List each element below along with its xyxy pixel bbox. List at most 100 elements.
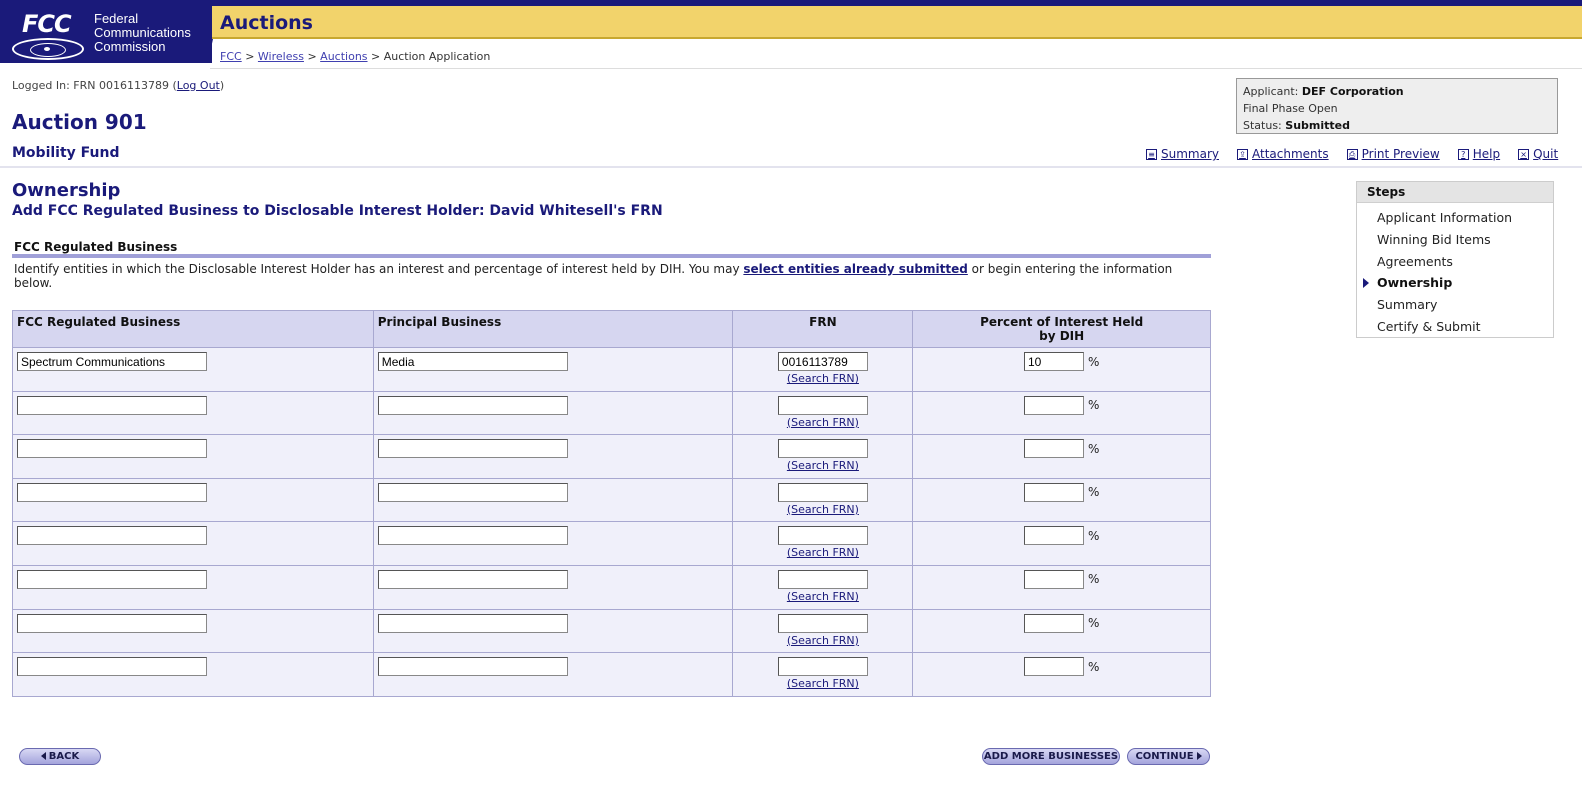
applicant-line: Applicant: DEF Corporation — [1243, 83, 1551, 100]
frn-input[interactable] — [777, 482, 868, 502]
search-frn-link[interactable]: (Search FRN) — [737, 416, 908, 429]
principal-business-input[interactable] — [377, 439, 568, 459]
business-input[interactable] — [17, 526, 207, 546]
principal-cell — [372, 347, 734, 392]
business-table: FCC Regulated Business Principal Busines… — [12, 310, 1211, 697]
frn-cell: (Search FRN) — [732, 477, 914, 523]
step-item[interactable]: Applicant Information — [1377, 207, 1553, 229]
table-row: (Search FRN)% — [12, 564, 1211, 610]
continue-button[interactable]: CONTINUE — [1127, 748, 1210, 765]
print-preview-link[interactable]: ⎙ Print Preview — [1346, 147, 1440, 161]
back-button[interactable]: BACK — [19, 748, 101, 765]
logged-in-text: Logged In: FRN 0016113789 ( — [12, 79, 177, 92]
principal-business-input[interactable] — [377, 395, 568, 415]
breadcrumb-wireless[interactable]: Wireless — [258, 50, 304, 63]
step-item[interactable]: Ownership — [1363, 272, 1553, 294]
frn-input[interactable] — [777, 439, 868, 459]
table-header-row: FCC Regulated Business Principal Busines… — [12, 310, 1211, 348]
percent-input[interactable] — [1023, 569, 1084, 589]
percent-input[interactable] — [1023, 526, 1084, 546]
logo-line: Communications — [94, 25, 191, 40]
business-input[interactable] — [17, 613, 207, 633]
step-item[interactable]: Agreements — [1377, 251, 1553, 273]
business-input[interactable] — [17, 439, 207, 459]
percent-cell: % — [912, 564, 1211, 610]
percent-input[interactable] — [1023, 439, 1084, 459]
frn-cell: (Search FRN) — [732, 434, 914, 479]
search-frn-link[interactable]: (Search FRN) — [737, 634, 908, 647]
section-title: Auctions — [220, 12, 313, 34]
back-label: BACK — [48, 751, 80, 762]
help-link[interactable]: ? Help — [1457, 147, 1500, 161]
auction-title: Auction 901 — [12, 110, 147, 134]
frn-cell: (Search FRN) — [732, 564, 914, 610]
select-entities-link[interactable]: select entities already submitted — [743, 262, 967, 276]
divider — [0, 166, 1582, 168]
percent-cell: % — [912, 608, 1211, 654]
search-frn-link[interactable]: (Search FRN) — [737, 372, 908, 385]
breadcrumb-current: Auction Application — [383, 50, 491, 63]
breadcrumb-separator: > — [371, 50, 381, 63]
principal-business-input[interactable] — [377, 569, 568, 589]
step-item[interactable]: Summary — [1377, 294, 1553, 316]
frn-input[interactable] — [777, 613, 868, 633]
business-input[interactable] — [17, 482, 207, 502]
search-frn-link[interactable]: (Search FRN) — [737, 459, 908, 472]
step-item[interactable]: Certify & Submit — [1377, 316, 1553, 338]
steps-panel: Steps Applicant Information Winning Bid I… — [1356, 181, 1554, 338]
percent-input[interactable] — [1023, 482, 1084, 502]
principal-business-input[interactable] — [377, 526, 568, 546]
percent-cell: % — [912, 652, 1211, 697]
percent-header-line: Percent of Interest Held — [980, 315, 1144, 329]
percent-input[interactable] — [1023, 657, 1084, 677]
breadcrumb-fcc[interactable]: FCC — [220, 50, 242, 63]
business-input[interactable] — [17, 657, 207, 677]
breadcrumb-auctions[interactable]: Auctions — [320, 50, 367, 63]
business-input[interactable] — [17, 395, 207, 415]
summary-link[interactable]: ≡ Summary — [1146, 147, 1219, 161]
percent-symbol: % — [1087, 528, 1100, 543]
header-rule — [210, 68, 1582, 69]
section-label: FCC Regulated Business — [12, 240, 1211, 258]
business-input[interactable] — [17, 569, 207, 589]
table-row: (Search FRN)% — [12, 521, 1211, 566]
principal-cell — [372, 521, 734, 566]
percent-input[interactable] — [1023, 613, 1084, 633]
summary-icon: ≡ — [1146, 148, 1157, 160]
quit-link[interactable]: × Quit — [1518, 147, 1558, 161]
business-cell — [12, 347, 374, 392]
logo-line: Commission — [94, 39, 166, 54]
percent-input[interactable] — [1023, 395, 1084, 415]
page-subtitle: Add FCC Regulated Business to Disclosabl… — [12, 203, 663, 219]
search-frn-link[interactable]: (Search FRN) — [737, 546, 908, 559]
frn-input[interactable] — [777, 395, 868, 415]
step-item[interactable]: Winning Bid Items — [1377, 229, 1553, 251]
frn-input[interactable] — [777, 352, 868, 371]
principal-business-input[interactable] — [377, 352, 568, 371]
principal-business-input[interactable] — [377, 657, 568, 677]
steps-title: Steps — [1357, 182, 1553, 203]
percent-cell: % — [912, 347, 1211, 392]
print-preview-label: Print Preview — [1361, 147, 1440, 161]
search-frn-link[interactable]: (Search FRN) — [737, 590, 908, 603]
percent-cell: % — [912, 390, 1211, 436]
frn-input[interactable] — [777, 569, 868, 589]
principal-business-input[interactable] — [377, 613, 568, 633]
business-cell — [12, 521, 374, 566]
percent-symbol: % — [1087, 572, 1100, 587]
percent-input[interactable] — [1023, 352, 1084, 371]
frn-input[interactable] — [777, 657, 868, 677]
principal-cell — [372, 608, 734, 654]
search-frn-link[interactable]: (Search FRN) — [737, 503, 908, 516]
business-input[interactable] — [17, 352, 207, 371]
frn-input[interactable] — [777, 526, 868, 546]
search-frn-link[interactable]: (Search FRN) — [737, 677, 908, 690]
frn-cell: (Search FRN) — [732, 608, 914, 654]
applicant-value: DEF Corporation — [1301, 85, 1404, 98]
attachments-link[interactable]: ⇪ Attachments — [1237, 147, 1329, 161]
principal-business-input[interactable] — [377, 482, 568, 502]
principal-cell — [372, 564, 734, 610]
add-more-businesses-button[interactable]: ADD MORE BUSINESSES — [982, 748, 1120, 765]
fcc-logo[interactable]: FCC Federal Communications Commission — [0, 6, 212, 63]
logout-link[interactable]: Log Out — [177, 79, 220, 92]
